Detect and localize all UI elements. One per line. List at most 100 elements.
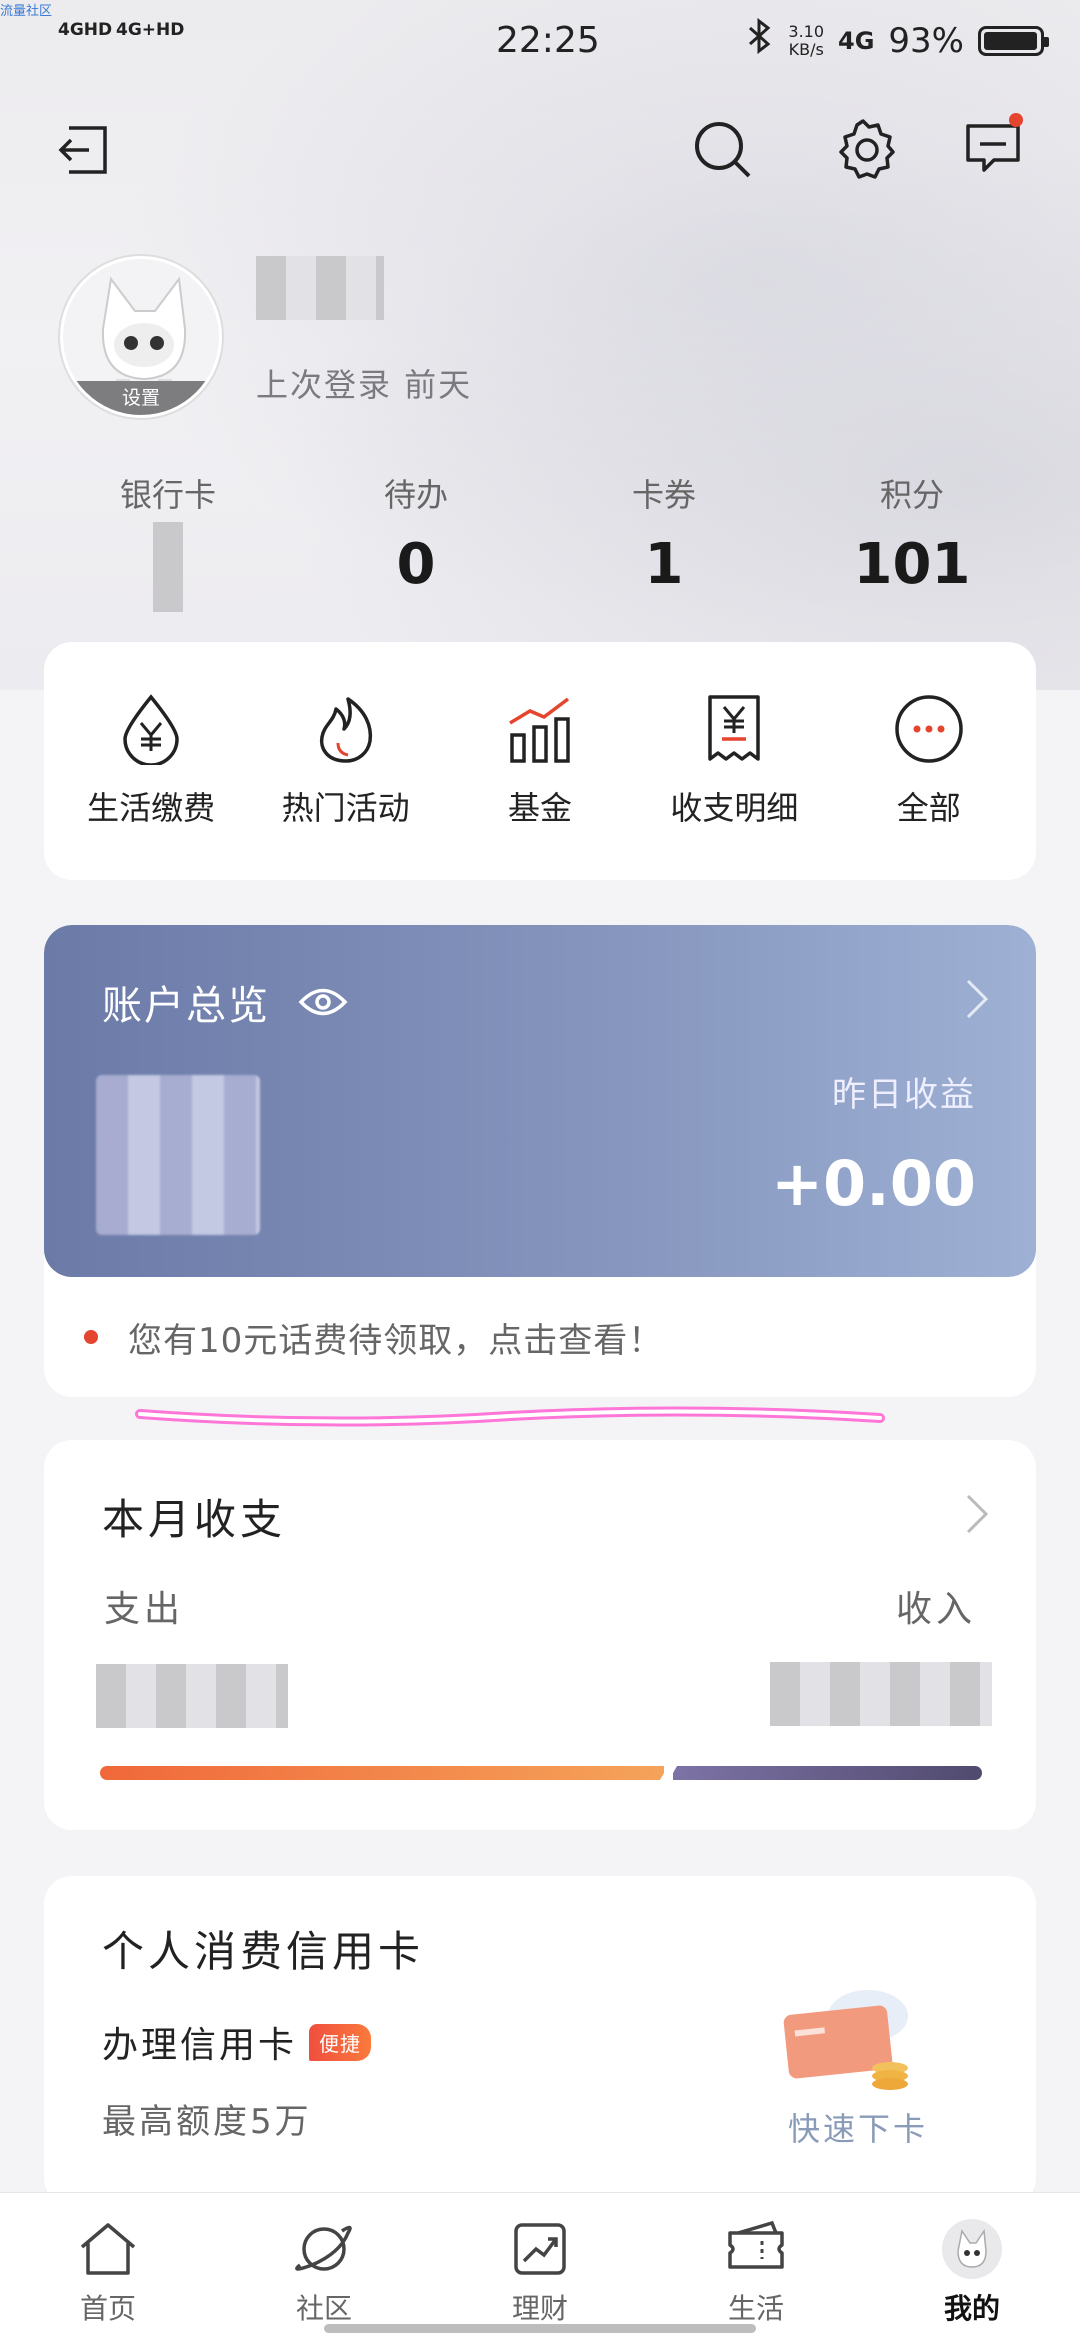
promo-notice[interactable]: 您有10元话费待领取，点击查看！ (44, 1277, 1036, 1397)
credit-card-section[interactable]: 个人消费信用卡 办理信用卡 便捷 最高额度5万 快速下卡 (44, 1876, 1036, 2206)
search-icon (695, 122, 751, 178)
username-redacted (256, 256, 384, 320)
stat-points[interactable]: 积分 101 (812, 470, 1012, 597)
stat-value: 0 (396, 532, 436, 597)
search-button[interactable] (688, 115, 758, 185)
network-type: 4G (838, 26, 875, 55)
home-indicator[interactable] (324, 2324, 756, 2333)
monthly-summary-card[interactable]: 本月收支 支出 收入 (44, 1440, 1036, 1830)
trend-icon (514, 2223, 566, 2275)
credit-title: 个人消费信用卡 (102, 1927, 425, 1976)
quick-item-all[interactable]: 全部 (839, 693, 1019, 829)
quick-label: 收支明细 (670, 789, 799, 827)
expense-bar (100, 1766, 665, 1780)
fund-chart-icon (509, 697, 570, 763)
nav-mine[interactable]: 我的 (872, 2193, 1072, 2340)
account-title-text: 账户总览 (102, 983, 270, 1029)
nav-life[interactable]: 生活 (656, 2193, 856, 2340)
chevron-right-icon (962, 977, 992, 1025)
last-login: 上次登录 前天 (256, 366, 473, 404)
flame-icon (319, 697, 372, 763)
nav-home[interactable]: 首页 (8, 2193, 208, 2340)
battery-icon (978, 25, 1049, 56)
quick-label: 生活缴费 (87, 789, 216, 827)
battery-percent: 93% (888, 20, 964, 61)
income-amount-redacted (770, 1662, 992, 1726)
yesterday-earnings-value: +0.00 (771, 1147, 976, 1220)
bank-card-count-redacted (153, 522, 183, 612)
utility-payment-icon (123, 694, 179, 767)
status-right: 3.10 KB/s 4G 93% (746, 17, 1049, 63)
net-speed-unit: KB/s (788, 39, 824, 59)
stat-value: 1 (644, 532, 684, 597)
home-icon (80, 2223, 136, 2275)
bottom-nav: 首页 社区 理财 生活 我的 (0, 2192, 1080, 2340)
quick-item-transactions[interactable]: 收支明细 (644, 693, 824, 829)
stat-value: 101 (853, 532, 971, 597)
yesterday-earnings-label: 昨日收益 (832, 1075, 976, 1115)
eye-icon[interactable] (298, 985, 348, 1019)
net-speed: 3.10 KB/s (788, 21, 825, 59)
clock: 22:25 (496, 20, 600, 61)
stat-label: 待办 (383, 476, 448, 514)
stat-label: 积分 (879, 476, 944, 514)
avatar-settings-label: 设置 (63, 381, 219, 415)
quick-label: 全部 (896, 789, 961, 827)
monthly-title: 本月收支 (102, 1495, 287, 1544)
quick-item-fund[interactable]: 基金 (450, 693, 630, 829)
signal-1: 4GHD (58, 20, 113, 40)
credit-limit: 最高额度5万 (102, 2102, 312, 2142)
signal-2: 4G+HD (116, 20, 185, 40)
fast-issue-link[interactable]: 快速下卡 (788, 2104, 928, 2150)
expense-label: 支出 (104, 1589, 185, 1630)
quick-label: 热门活动 (281, 789, 410, 827)
credit-card-illustration-icon (783, 1990, 908, 2090)
notice-text: 您有10元话费待领取，点击查看！ (128, 1320, 664, 1361)
income-label: 收入 (895, 1589, 976, 1630)
apply-credit-card[interactable]: 办理信用卡 便捷 (102, 2016, 372, 2068)
bluetooth-icon (746, 17, 774, 63)
account-title: 账户总览 (102, 973, 348, 1031)
apply-label: 办理信用卡 (102, 2025, 298, 2066)
stat-label: 卡券 (631, 476, 696, 514)
expense-amount-redacted (96, 1664, 288, 1728)
corner-tag: 流量社区 (0, 4, 53, 19)
quick-item-hot-events[interactable]: 热门活动 (256, 693, 436, 829)
notice-dot-icon (84, 1330, 98, 1344)
nav-label: 首页 (79, 2292, 136, 2325)
nav-label: 我的 (943, 2292, 1000, 2325)
nav-label: 生活 (727, 2292, 784, 2325)
income-expense-bar (100, 1766, 982, 1780)
nav-label: 社区 (295, 2292, 352, 2325)
nav-community[interactable]: 社区 (224, 2193, 424, 2340)
profile-avatar-icon (942, 2219, 1002, 2279)
logout-button[interactable] (50, 115, 120, 185)
messages-button[interactable] (958, 110, 1028, 180)
stat-todo[interactable]: 待办 0 (316, 470, 516, 597)
chevron-right-icon (962, 1492, 992, 1540)
highlight-stroke (135, 1406, 885, 1427)
account-overview-card[interactable]: 账户总览 昨日收益 +0.00 您有10元话费待领取，点击查看！ (44, 925, 1036, 1397)
convenient-badge: 便捷 (309, 2023, 372, 2061)
stat-coupons[interactable]: 卡券 1 (564, 470, 764, 597)
account-overview-header[interactable]: 账户总览 昨日收益 +0.00 (44, 925, 1036, 1277)
settings-button[interactable] (828, 115, 898, 185)
quick-menu: 生活缴费 热门活动 基金 收支明细 全部 (44, 642, 1036, 880)
total-assets-redacted (96, 1075, 260, 1235)
income-bar (673, 1766, 982, 1780)
quick-label: 基金 (507, 789, 572, 827)
avatar[interactable]: 设置 (60, 256, 222, 418)
logout-icon (58, 126, 107, 174)
ticket-icon (728, 2220, 784, 2269)
nav-label: 理财 (511, 2292, 568, 2325)
receipt-icon (708, 695, 761, 761)
stat-label: 银行卡 (119, 476, 216, 514)
nav-finance[interactable]: 理财 (440, 2193, 640, 2340)
stat-bank-card[interactable]: 银行卡 (68, 470, 268, 612)
gear-icon (839, 119, 895, 179)
more-icon (895, 695, 963, 763)
quick-item-utilities[interactable]: 生活缴费 (61, 693, 241, 829)
planet-icon (295, 2225, 352, 2271)
status-bar: 流量社区 4GHD 4G+HD 22:25 3.10 KB/s 4G 93% (0, 0, 1080, 84)
net-speed-value: 3.10 (788, 21, 825, 41)
